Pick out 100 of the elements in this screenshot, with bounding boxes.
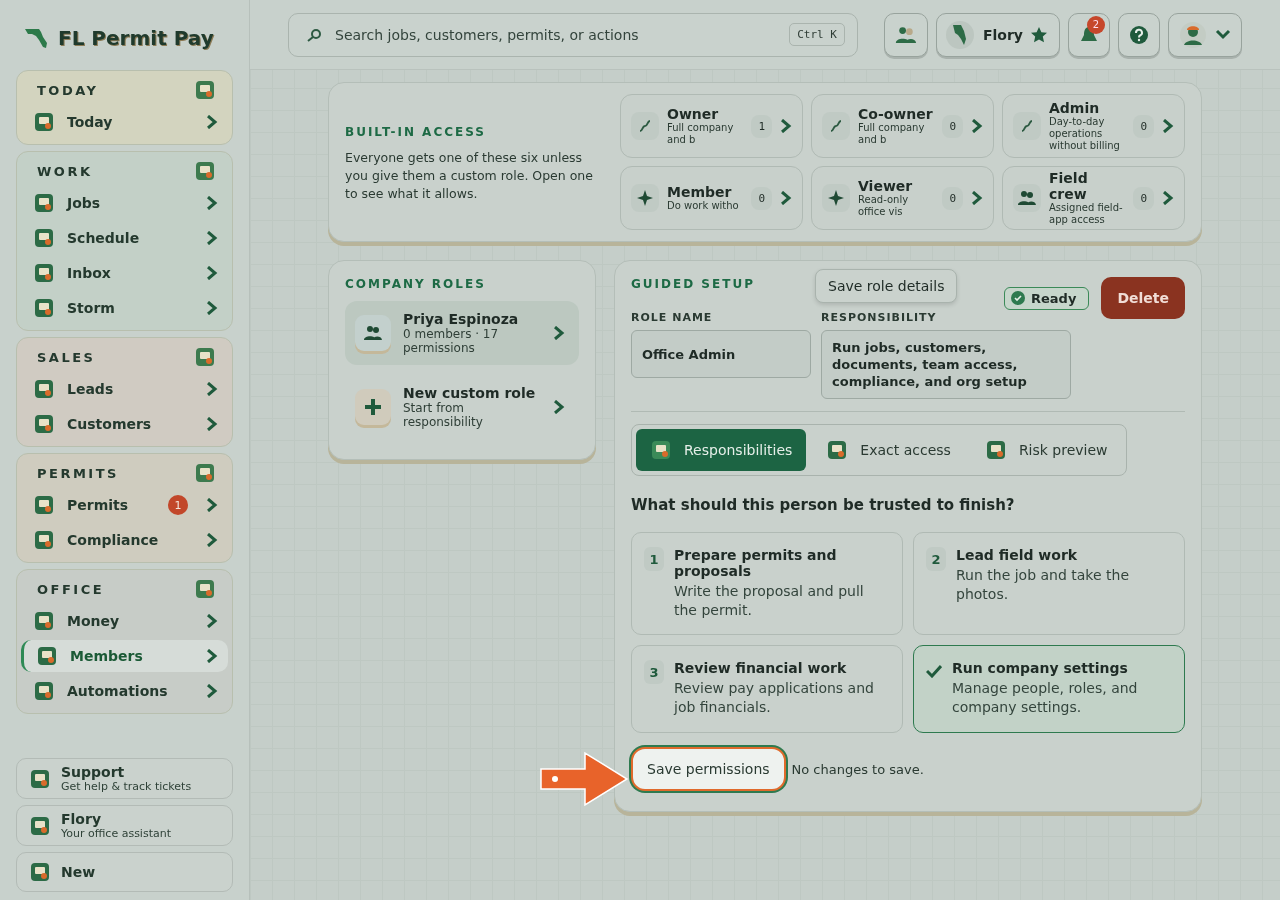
footer-link[interactable]: New xyxy=(16,852,233,892)
role-name: Co-owner xyxy=(858,106,934,122)
chevron-icon xyxy=(206,196,218,210)
nav-item[interactable]: Permits 1 xyxy=(21,489,228,521)
question-heading: What should this person be trusted to finish? xyxy=(631,496,1016,514)
tile-icon xyxy=(194,578,216,600)
chevron-icon xyxy=(1162,191,1174,205)
tile-icon xyxy=(650,439,672,461)
profile-menu[interactable] xyxy=(1168,12,1242,57)
notifications-button[interactable]: 2 xyxy=(1068,12,1110,57)
nav-item[interactable]: Customers xyxy=(21,408,228,440)
people-icon xyxy=(895,25,917,44)
avatar-icon xyxy=(1179,20,1207,49)
role-card[interactable]: Viewer Read-only office vis 0 xyxy=(811,166,994,230)
chevron-icon xyxy=(206,301,218,315)
chevron-icon xyxy=(206,231,218,245)
role-list-item[interactable]: Priya Espinoza 0 members · 17 permissions xyxy=(345,301,579,365)
option-title: Prepare permits and proposals xyxy=(674,547,838,579)
role-description: Full company and b xyxy=(667,122,735,146)
search-icon xyxy=(307,27,323,42)
footer-link-subtitle: Get help & track tickets xyxy=(61,780,192,793)
responsibility-option[interactable]: Run company settings Manage people, roles, and company settings. xyxy=(913,645,1185,733)
nav-item[interactable]: Jobs xyxy=(21,187,228,219)
tile-icon xyxy=(33,262,55,284)
status-badge: Ready xyxy=(1004,286,1090,310)
sparkle-icon xyxy=(828,190,844,206)
tile-icon xyxy=(33,680,55,702)
nav-item[interactable]: Compliance xyxy=(21,524,228,556)
group-title: TODAY xyxy=(37,82,99,98)
role-card[interactable]: Owner Full company and b 1 xyxy=(620,94,803,158)
group-title: OFFICE xyxy=(37,581,105,597)
text-area[interactable]: Run jobs, customers, documents, team access, compliance, and org setup xyxy=(821,330,1071,399)
plus-icon xyxy=(364,398,382,416)
app-logo-text: FL Permit Pay xyxy=(58,26,214,50)
search-field[interactable]: Search jobs, customers, permits, or actions Ctrl K xyxy=(288,12,858,57)
member-count: 0 xyxy=(942,186,963,210)
people-icon xyxy=(364,325,382,341)
member-count: 0 xyxy=(751,186,772,210)
role-description: Do work witho xyxy=(667,200,740,212)
responsibility-option[interactable]: 3 Review financial work Review pay applications and job financials. xyxy=(631,645,903,733)
step-number: 1 xyxy=(644,547,664,571)
chevron-icon xyxy=(206,649,218,663)
nav-item[interactable]: Schedule xyxy=(21,222,228,254)
team-button[interactable] xyxy=(884,12,928,57)
assistant-button[interactable]: Flory xyxy=(936,12,1060,57)
role-name: Member xyxy=(667,184,733,200)
chevron-icon xyxy=(780,191,792,205)
field-label: ROLE NAME xyxy=(631,311,714,324)
chevron-icon xyxy=(206,684,218,698)
chevron-icon xyxy=(780,119,792,133)
role-description: Day-to-day operations without billing xyxy=(1049,116,1121,152)
delete-button[interactable]: Delete xyxy=(1101,277,1185,319)
role-detail: Start from responsibility xyxy=(403,401,484,429)
option-description: Review pay applications and job financials. xyxy=(674,679,875,717)
sparkle-icon xyxy=(637,190,653,206)
group-title: PERMITS xyxy=(37,465,119,481)
member-count: 1 xyxy=(751,114,772,138)
group-title: SALES xyxy=(37,349,96,365)
section-title: BUILT-IN ACCESS xyxy=(345,125,487,139)
nav-item[interactable]: Leads xyxy=(21,373,228,405)
tab[interactable]: Responsibilities xyxy=(636,429,807,471)
role-card[interactable]: Co-owner Full company and b 0 xyxy=(811,94,994,158)
arrow-icon xyxy=(539,751,629,807)
tile-icon xyxy=(33,413,55,435)
role-card[interactable]: Admin Day-to-day operations without billing 0 xyxy=(1002,94,1185,158)
role-card[interactable]: Member Do work witho 0 xyxy=(620,166,803,230)
member-count: 0 xyxy=(1133,114,1154,138)
nav-item[interactable]: Members xyxy=(21,640,228,672)
role-card[interactable]: Field crew Assigned field-app access 0 xyxy=(1002,166,1185,230)
save-permissions-button[interactable]: Save permissions xyxy=(631,747,786,791)
footer-link[interactable]: Flory Your office assistant xyxy=(16,805,233,846)
nav-item[interactable]: Automations xyxy=(21,675,228,707)
chevron-icon xyxy=(206,498,218,512)
nav-item[interactable]: Money xyxy=(21,605,228,637)
input-field[interactable]: Office Admin xyxy=(631,330,811,378)
nav-item[interactable]: Inbox xyxy=(21,257,228,289)
tile-icon xyxy=(29,814,51,837)
tab[interactable]: Risk preview xyxy=(970,429,1122,471)
role-description: Assigned field-app access xyxy=(1049,202,1124,226)
role-name: Owner xyxy=(667,106,720,122)
footer-link-title: Support xyxy=(61,764,126,780)
tab[interactable]: Exact access xyxy=(812,429,965,471)
step-number: 2 xyxy=(926,547,946,571)
chevron-down-icon xyxy=(1215,28,1231,41)
nav-item[interactable]: Storm xyxy=(21,292,228,324)
role-list-item[interactable]: New custom role Start from responsibility xyxy=(345,375,579,439)
people-icon xyxy=(1018,190,1036,206)
tile-icon xyxy=(194,346,216,368)
step-number: 3 xyxy=(644,660,664,684)
tile-icon xyxy=(194,79,216,101)
nav-item[interactable]: Today xyxy=(21,106,228,138)
tile-icon xyxy=(826,439,849,461)
tile-icon xyxy=(194,160,216,182)
responsibility-option[interactable]: 2 Lead field work Run the job and take the photos. xyxy=(913,532,1185,635)
footer-link[interactable]: Support Get help & track tickets xyxy=(16,758,233,799)
tile-icon xyxy=(984,439,1007,461)
chevron-icon xyxy=(971,191,983,205)
option-title: Run company settings xyxy=(952,660,1129,676)
help-button[interactable] xyxy=(1118,12,1160,57)
responsibility-option[interactable]: 1 Prepare permits and proposals Write the proposal and pull the permit. xyxy=(631,532,903,635)
